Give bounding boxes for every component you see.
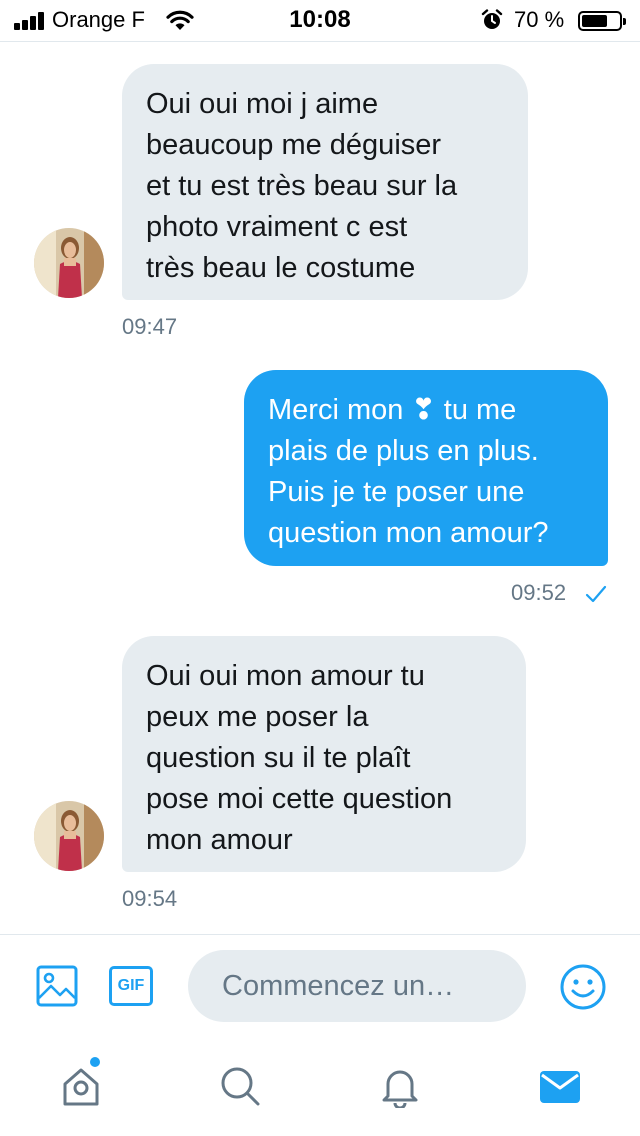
message-line: et tu est très beau sur la xyxy=(146,170,458,202)
avatar-photo xyxy=(34,228,104,298)
contact-avatar[interactable] xyxy=(34,801,104,871)
notifications-icon[interactable] xyxy=(378,1064,422,1108)
message-line: Puis je te poser une xyxy=(268,476,525,508)
search-icon[interactable] xyxy=(218,1064,262,1108)
image-icon[interactable] xyxy=(36,965,78,1007)
messages-icon[interactable] xyxy=(538,1064,582,1108)
message-line: question su il te plaît xyxy=(146,742,411,774)
alarm-clock-icon xyxy=(481,9,503,29)
status-bar: Orange F 10:08 70 % xyxy=(0,0,640,42)
message-line: Merci mon ❣ tu me xyxy=(268,394,517,426)
message-timestamp: 09:47 xyxy=(122,314,178,339)
message-line: pose moi cette question xyxy=(146,783,453,815)
battery-fill xyxy=(582,15,607,27)
message-timestamp: 09:54 xyxy=(122,886,178,911)
message-line: Oui oui moi j aime xyxy=(146,88,379,120)
message-input[interactable]: Commencez un… xyxy=(188,950,526,1022)
message-timestamp: 09:52 xyxy=(511,580,567,605)
message-bubble-received[interactable]: Oui oui mon amour tu peux me poser la qu… xyxy=(122,636,526,872)
home-icon[interactable] xyxy=(59,1064,103,1108)
check-icon xyxy=(585,585,607,603)
message-line: beaucoup me déguiser xyxy=(146,129,442,161)
message-line: Oui oui mon amour tu xyxy=(146,660,425,692)
message-line: plais de plus en plus. xyxy=(268,435,539,467)
message-line: question mon amour? xyxy=(268,517,549,549)
message-line: mon amour xyxy=(146,824,293,856)
emoji-icon[interactable] xyxy=(559,963,607,1011)
message-bubble-sent[interactable]: Merci mon ❣ tu me plais de plus en plus.… xyxy=(244,370,608,566)
message-line: peux me poser la xyxy=(146,701,369,733)
message-line: très beau le costume xyxy=(146,252,416,284)
new-content-dot xyxy=(90,1057,100,1067)
message-line: photo vraiment c est xyxy=(146,211,408,243)
battery-percentage: 70 % xyxy=(514,7,565,32)
message-bubble-received[interactable]: Oui oui moi j aime beaucoup me déguiser … xyxy=(122,64,528,300)
battery-icon xyxy=(578,11,626,31)
gif-icon[interactable]: GIF xyxy=(109,966,153,1006)
contact-avatar[interactable] xyxy=(34,228,104,298)
avatar-photo xyxy=(34,801,104,871)
